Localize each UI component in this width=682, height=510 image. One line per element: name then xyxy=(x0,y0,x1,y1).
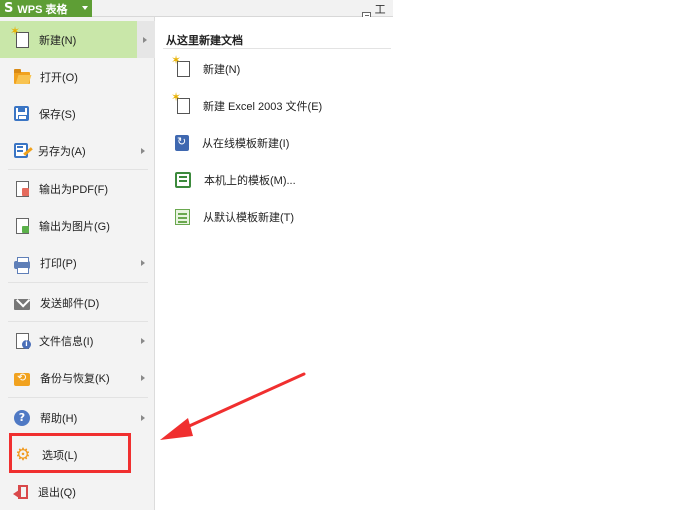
menu-item-label: 打开(O) xyxy=(40,71,78,84)
menu-item-label: 新建(N) xyxy=(39,34,77,47)
image-document-icon xyxy=(16,217,29,234)
menu-item-help[interactable]: ? 帮助(H) xyxy=(0,399,154,436)
submenu-separator xyxy=(163,48,391,49)
menu-item-label: 文件信息(I) xyxy=(39,335,94,348)
menu-item-export-pdf[interactable]: 输出为PDF(F) xyxy=(0,170,154,207)
chevron-right-icon xyxy=(141,148,145,154)
save-as-icon xyxy=(14,143,28,158)
menu-item-label: 退出(Q) xyxy=(38,486,76,499)
app-title: WPS 表格 xyxy=(17,3,68,16)
chevron-right-icon xyxy=(141,375,145,381)
submenu-item-label: 新建(N) xyxy=(203,64,241,76)
new-document-submenu: 从这里新建文档 新建(N) 新建 Excel 2003 文件(E) 从在线模板新… xyxy=(155,17,393,510)
menu-item-label: 另存为(A) xyxy=(38,145,86,158)
menu-item-file-info[interactable]: 文件信息(I) xyxy=(0,322,154,359)
submenu-item-label: 从默认模板新建(T) xyxy=(203,212,295,224)
submenu-item-new-excel-2003[interactable]: 新建 Excel 2003 文件(E) xyxy=(171,90,390,121)
new-document-icon xyxy=(171,53,190,77)
open-folder-icon xyxy=(14,69,30,84)
chevron-right-icon xyxy=(141,415,145,421)
new-document-icon xyxy=(10,24,29,48)
menu-item-label: 备份与恢复(K) xyxy=(40,372,110,385)
submenu-item-default-template[interactable]: 从默认模板新建(T) xyxy=(175,202,390,232)
menu-item-export-image[interactable]: 输出为图片(G) xyxy=(0,207,154,244)
submenu-expand-arrow[interactable] xyxy=(137,21,155,58)
mail-icon xyxy=(14,298,30,310)
menu-item-label: 帮助(H) xyxy=(40,412,78,425)
printer-icon xyxy=(14,257,30,274)
menu-item-label: 发送邮件(D) xyxy=(40,297,100,310)
save-icon xyxy=(14,106,29,121)
menu-item-label: 保存(S) xyxy=(39,108,76,121)
new-excel2003-icon xyxy=(171,90,190,114)
exit-icon xyxy=(13,484,28,499)
menu-item-open[interactable]: 打开(O) xyxy=(0,58,154,95)
submenu-item-label: 本机上的模板(M)... xyxy=(204,175,296,187)
menu-item-save-as[interactable]: 另存为(A) xyxy=(0,132,154,169)
menu-item-new[interactable]: 新建(N) xyxy=(0,21,137,58)
chevron-right-icon xyxy=(141,338,145,344)
online-template-icon xyxy=(175,135,189,151)
title-strip: S WPS 表格 工作 xyxy=(0,0,393,32)
menu-item-save[interactable]: 保存(S) xyxy=(0,95,154,132)
menu-separator xyxy=(8,282,148,283)
backup-restore-icon xyxy=(14,371,30,386)
submenu-title: 从这里新建文档 xyxy=(166,35,243,47)
menu-item-exit[interactable]: 退出(Q) xyxy=(0,473,154,510)
menu-item-backup-restore[interactable]: 备份与恢复(K) xyxy=(0,359,154,396)
local-template-icon xyxy=(175,172,191,188)
submenu-item-new[interactable]: 新建(N) xyxy=(171,53,390,84)
chevron-right-icon xyxy=(141,260,145,266)
submenu-item-online-template[interactable]: 从在线模板新建(I) xyxy=(175,128,390,158)
menu-item-send-mail[interactable]: 发送邮件(D) xyxy=(0,284,154,321)
submenu-item-label: 新建 Excel 2003 文件(E) xyxy=(203,101,323,113)
document-info-icon xyxy=(16,332,31,349)
wps-logo-icon: S xyxy=(4,1,14,16)
menu-item-print[interactable]: 打印(P) xyxy=(0,244,154,281)
menu-item-label: 输出为图片(G) xyxy=(39,220,110,233)
submenu-item-label: 从在线模板新建(I) xyxy=(202,138,290,150)
menu-item-label: 输出为PDF(F) xyxy=(39,183,109,196)
submenu-item-local-template[interactable]: 本机上的模板(M)... xyxy=(175,165,390,195)
wps-app-menu-button[interactable]: S WPS 表格 xyxy=(0,0,92,17)
chevron-down-icon xyxy=(82,6,88,10)
menu-separator xyxy=(8,397,148,398)
menu-item-label: 打印(P) xyxy=(40,257,77,270)
pdf-document-icon xyxy=(16,180,29,197)
annotation-highlight-box xyxy=(9,433,131,473)
default-template-icon xyxy=(175,209,190,225)
help-icon: ? xyxy=(14,409,30,426)
